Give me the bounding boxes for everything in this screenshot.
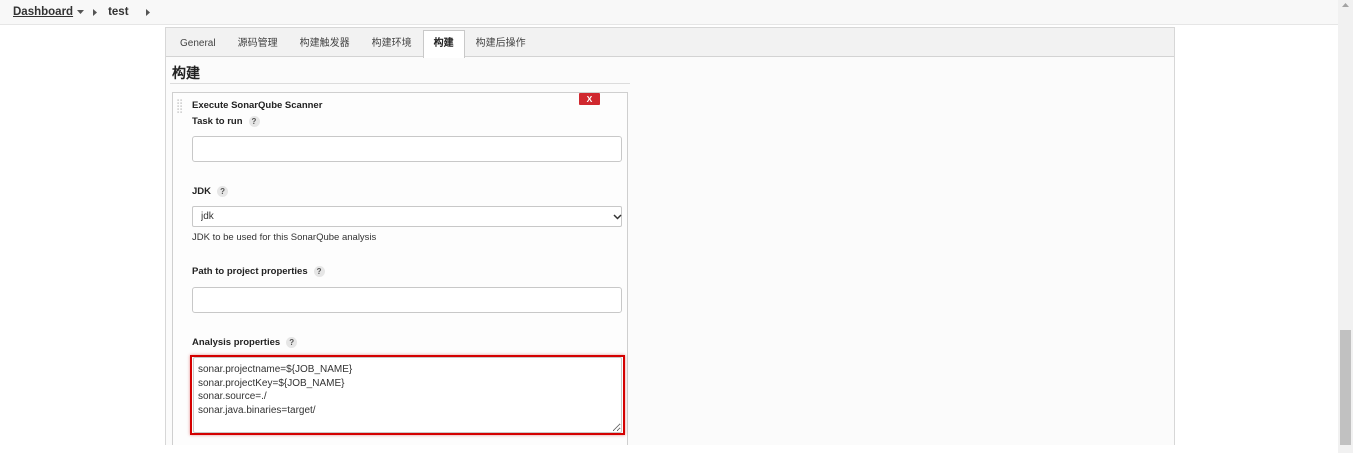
- help-icon[interactable]: ?: [217, 185, 229, 197]
- analysis-properties-label: Analysis properties: [192, 336, 281, 348]
- task-to-run-label: Task to run: [192, 115, 243, 127]
- build-step-title: Execute SonarQube Scanner: [192, 100, 323, 111]
- breadcrumb-test-link[interactable]: test: [108, 6, 128, 18]
- tab-post-build-actions[interactable]: 构建后操作: [465, 30, 537, 57]
- tab-list: General 源码管理 构建触发器 构建环境 构建 构建后操作: [169, 30, 537, 58]
- task-to-run-label-row: Task to run ?: [192, 115, 260, 127]
- jdk-description: JDK to be used for this SonarQube analys…: [192, 232, 377, 243]
- analysis-properties-textarea[interactable]: sonar.projectname=${JOB_NAME} sonar.proj…: [193, 357, 622, 433]
- project-properties-label-row: Path to project properties ?: [192, 265, 325, 277]
- chevron-right-icon[interactable]: [93, 8, 98, 16]
- chevron-right-icon[interactable]: [145, 8, 150, 16]
- scroll-up-arrow-icon[interactable]: [1342, 3, 1349, 7]
- jdk-label: JDK: [192, 185, 212, 197]
- section-title: 构建: [172, 65, 200, 81]
- jdk-select-wrapper: jdk: [192, 206, 622, 227]
- tab-bar: General 源码管理 构建触发器 构建环境 构建 构建后操作: [166, 28, 1174, 58]
- chevron-down-icon[interactable]: [77, 10, 85, 14]
- delete-step-button[interactable]: X: [579, 93, 600, 105]
- drag-handle-icon[interactable]: [177, 99, 183, 114]
- project-properties-input[interactable]: [192, 287, 622, 313]
- vertical-scrollbar[interactable]: [1338, 0, 1353, 453]
- tab-build-triggers[interactable]: 构建触发器: [289, 30, 361, 57]
- help-icon[interactable]: ?: [286, 336, 298, 348]
- task-to-run-input[interactable]: [192, 136, 622, 162]
- breadcrumb-bar: Dashboard test: [0, 0, 1338, 25]
- section-divider: [170, 83, 630, 84]
- build-step-sonarqube: Execute SonarQube Scanner X Task to run …: [172, 92, 628, 445]
- project-properties-label: Path to project properties: [192, 265, 308, 277]
- analysis-properties-label-row: Analysis properties ?: [192, 336, 298, 348]
- config-panel: General 源码管理 构建触发器 构建环境 构建 构建后操作 构建 Exec…: [165, 27, 1175, 445]
- tab-build-environment[interactable]: 构建环境: [361, 30, 423, 57]
- tab-general[interactable]: General: [169, 30, 227, 57]
- help-icon[interactable]: ?: [313, 265, 325, 277]
- breadcrumb-dashboard-link[interactable]: Dashboard: [13, 6, 73, 18]
- jdk-label-row: JDK ?: [192, 185, 229, 197]
- help-icon[interactable]: ?: [248, 115, 260, 127]
- tab-source-code-management[interactable]: 源码管理: [227, 30, 289, 57]
- breadcrumb: Dashboard test: [13, 0, 150, 24]
- jdk-select[interactable]: jdk: [192, 206, 622, 227]
- scrollbar-thumb[interactable]: [1340, 330, 1351, 445]
- tab-build[interactable]: 构建: [422, 30, 465, 58]
